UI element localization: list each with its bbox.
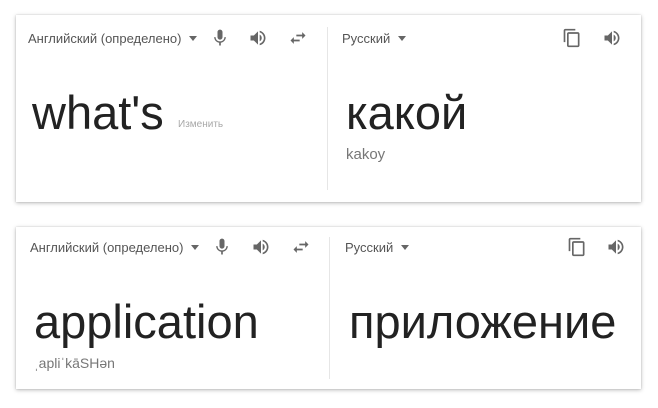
source-language-selector[interactable]: Английский (определено) [30,240,200,255]
target-language-label: Русский [345,240,394,255]
target-language-label: Русский [342,31,391,46]
swap-icon[interactable] [289,235,313,259]
translation-card-1: Английский (определено) what's Изменить … [16,15,641,202]
target-language-selector[interactable]: Русский [345,240,410,255]
source-language-label: Английский (определено) [30,240,184,255]
chevron-down-icon [191,245,200,250]
speaker-icon[interactable] [600,26,624,50]
speaker-icon[interactable] [246,26,270,50]
edit-link[interactable]: Изменить [178,119,223,130]
source-language-selector[interactable]: Английский (определено) [28,31,198,46]
chevron-down-icon [189,36,198,41]
translation-text: приложение [349,295,617,348]
target-language-selector[interactable]: Русский [342,31,407,46]
source-text[interactable]: what's [32,85,164,140]
source-text[interactable]: application [34,294,259,349]
copy-icon[interactable] [560,26,584,50]
divider [327,27,328,190]
divider [329,237,330,379]
chevron-down-icon [398,36,407,41]
microphone-icon[interactable] [210,235,234,259]
transliteration-text: kakoy [346,146,386,163]
speaker-icon[interactable] [604,235,628,259]
phonetic-text: ˌapliˈkāSHən [34,355,115,371]
microphone-icon[interactable] [208,26,232,50]
source-language-label: Английский (определено) [28,31,182,46]
translation-card-2: Английский (определено) application ˌapl… [16,227,641,389]
chevron-down-icon [401,245,410,250]
translation-text: какой [346,86,468,139]
swap-icon[interactable] [286,26,310,50]
copy-icon[interactable] [565,235,589,259]
speaker-icon[interactable] [249,235,273,259]
